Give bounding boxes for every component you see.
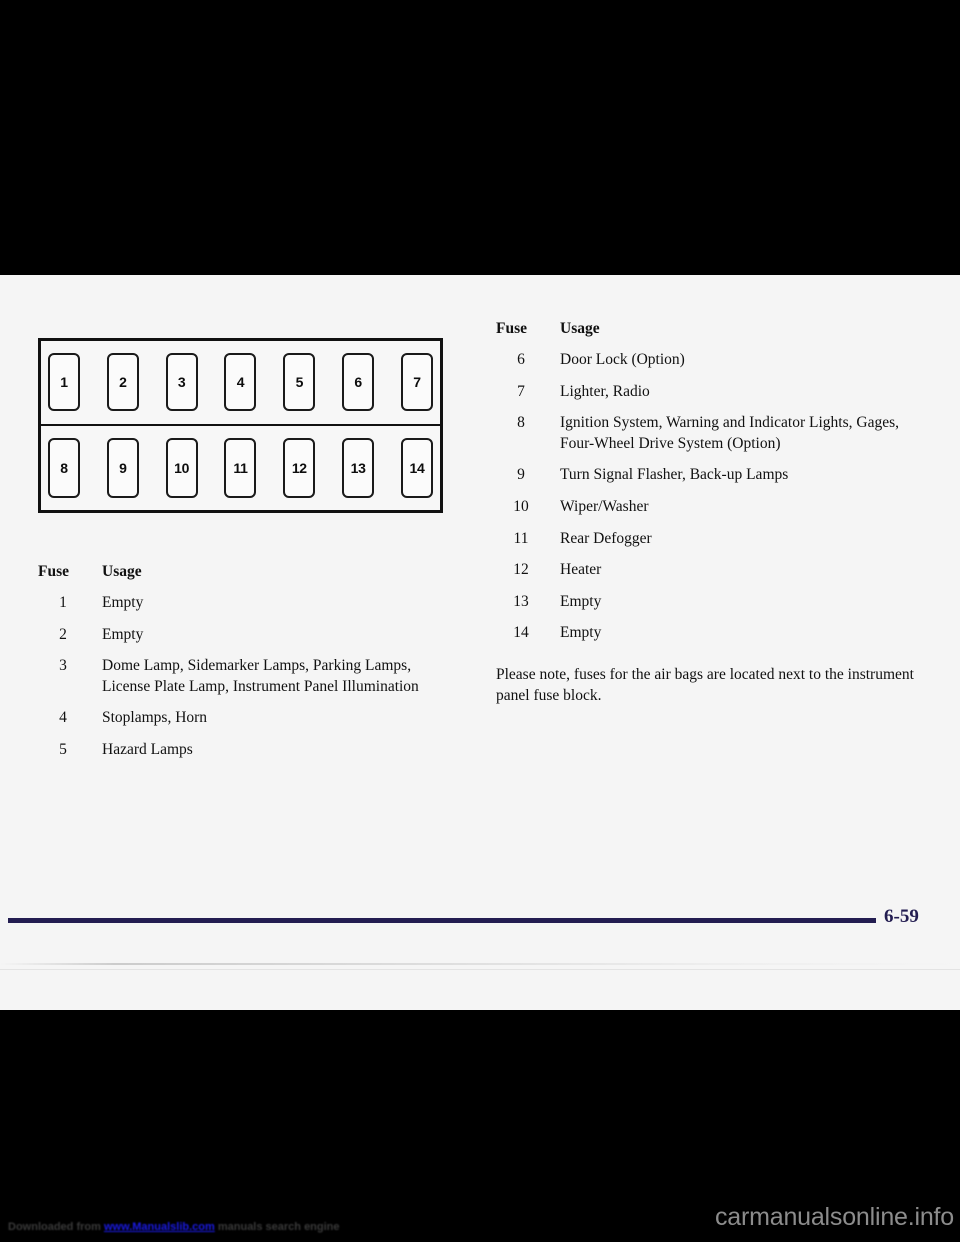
- table-row: 9 Turn Signal Flasher, Back-up Lamps: [496, 465, 936, 486]
- fuse-usage: Rear Defogger: [560, 529, 652, 547]
- fuse-number: 7: [517, 382, 525, 400]
- table-row: 4 Stoplamps, Horn: [38, 708, 458, 729]
- fuse-number: 10: [513, 498, 529, 516]
- table-header-row: Fuse Usage: [38, 563, 458, 581]
- fuse-slot: 10: [165, 437, 198, 498]
- table-row: 12 Heater: [496, 560, 936, 581]
- page-sheet: 1 2 3 4 5 6 7 8 9 10 11 12 13 14 Fuse Us…: [0, 275, 960, 1010]
- fuse-slot: 6: [342, 353, 375, 412]
- column-header-usage: Usage: [102, 563, 142, 580]
- fuse-slot: 13: [342, 437, 375, 498]
- fuse-number: 2: [59, 625, 67, 643]
- fuse-number: 12: [513, 561, 529, 579]
- fuse-slot: 14: [400, 437, 433, 498]
- table-row: 13 Empty: [496, 592, 936, 613]
- table-row: 2 Empty: [38, 625, 458, 646]
- fuse-usage: Empty: [560, 624, 602, 642]
- manualslib-watermark: Downloaded from www.Manualslib.com manua…: [8, 1221, 340, 1233]
- footer-rule: [8, 918, 876, 923]
- fuse-number: 1: [59, 594, 67, 611]
- fuse-block-diagram: 1 2 3 4 5 6 7 8 9 10 11 12 13 14: [38, 338, 443, 513]
- fuse-number: 13: [513, 592, 529, 610]
- fuse-slot: 12: [283, 437, 316, 498]
- table-row: 6 Door Lock (Option): [496, 350, 936, 371]
- fuse-usage: Empty: [102, 594, 144, 611]
- fuse-number: 3: [59, 657, 67, 675]
- fuse-usage: Hazard Lamps: [102, 741, 193, 759]
- fuse-usage: Stoplamps, Horn: [102, 709, 208, 727]
- table-row: 11 Rear Defogger: [496, 529, 936, 550]
- fuse-usage: Empty: [560, 592, 602, 610]
- watermark-suffix: manuals search engine: [214, 1221, 340, 1233]
- fuse-usage: Dome Lamp, Sidemarker Lamps, Parking Lam…: [102, 657, 419, 695]
- table-header-row: Fuse Usage: [496, 320, 936, 338]
- scanned-manual-page: { "page": { "folio": "6-59", "accent_col…: [0, 0, 960, 1242]
- fuse-slot: 1: [48, 353, 80, 412]
- fuse-number: 8: [517, 414, 525, 432]
- fuse-number: 11: [513, 529, 529, 547]
- fuse-usage: Heater: [560, 561, 602, 579]
- fuse-slot: 5: [283, 353, 316, 412]
- scan-seam-artifact: [0, 963, 960, 965]
- table-row: 8 Ignition System, Warning and Indicator…: [496, 413, 936, 454]
- column-header-fuse: Fuse: [38, 563, 69, 580]
- fuse-usage: Door Lock (Option): [560, 351, 685, 368]
- fuse-number: 9: [517, 466, 525, 484]
- page-number: 6-59: [884, 906, 919, 927]
- fuse-usage: Wiper/Washer: [560, 498, 649, 516]
- fuse-slot: 3: [165, 353, 198, 412]
- table-row: 5 Hazard Lamps: [38, 740, 458, 761]
- table-row: 1 Empty: [38, 593, 458, 614]
- column-header-usage: Usage: [560, 320, 600, 337]
- fuse-slot: 7: [400, 353, 433, 412]
- fuse-usage: Ignition System, Warning and Indicator L…: [560, 414, 899, 452]
- air-bag-fuse-note: Please note, fuses for the air bags are …: [496, 666, 914, 705]
- fuse-slot: 9: [106, 437, 139, 498]
- fuse-row-top: 1 2 3 4 5 6 7: [41, 341, 440, 426]
- table-row: 7 Lighter, Radio: [496, 382, 936, 403]
- fuse-slot: 2: [106, 353, 139, 412]
- fuse-usage: Empty: [102, 625, 144, 643]
- fuse-usage: Lighter, Radio: [560, 382, 650, 400]
- fuse-number: 14: [513, 624, 529, 642]
- fuse-slot: 11: [224, 437, 257, 498]
- fuse-slot: 4: [224, 353, 257, 412]
- fuse-table-right: Fuse Usage 6 Door Lock (Option) 7 Lighte…: [496, 320, 936, 707]
- table-row: 14 Empty: [496, 623, 936, 644]
- fuse-row-bottom: 8 9 10 11 12 13 14: [41, 426, 440, 511]
- fuse-table-left: Fuse Usage 1 Empty 2 Empty 3 Dome Lamp, …: [38, 563, 458, 772]
- table-row: 3 Dome Lamp, Sidemarker Lamps, Parking L…: [38, 656, 458, 697]
- watermark-prefix: Downloaded from: [8, 1221, 104, 1233]
- fuse-slot: 8: [48, 437, 80, 498]
- table-row: 10 Wiper/Washer: [496, 497, 936, 518]
- fuse-number: 6: [517, 351, 525, 368]
- fuse-usage: Turn Signal Flasher, Back-up Lamps: [560, 466, 789, 484]
- manualslib-link[interactable]: www.Manualslib.com: [104, 1221, 215, 1233]
- fuse-number: 5: [59, 741, 67, 759]
- fuse-number: 4: [59, 709, 67, 727]
- column-header-fuse: Fuse: [496, 320, 527, 337]
- scan-seam-artifact-2: [0, 969, 960, 970]
- carmanualsonline-watermark: carmanualsonline.info: [714, 1203, 954, 1231]
